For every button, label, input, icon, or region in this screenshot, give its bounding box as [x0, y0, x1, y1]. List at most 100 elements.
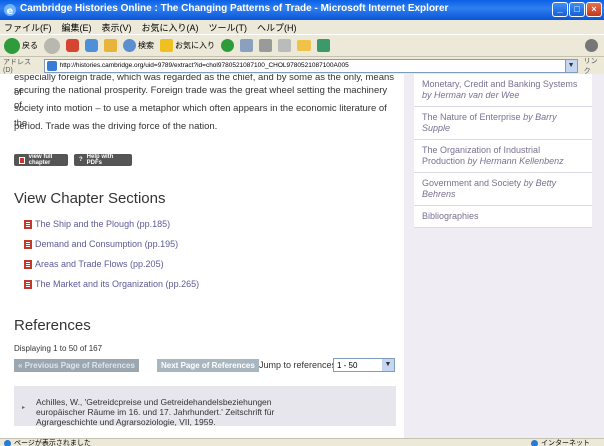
back-label: 戻る: [22, 41, 38, 50]
menu-tools[interactable]: ツール(T): [209, 21, 248, 34]
chevron-down-icon[interactable]: ▼: [564, 59, 577, 72]
sidebar-item-by: by: [523, 178, 534, 188]
sidebar-item-title: The Nature of Enterprise: [422, 112, 521, 122]
sidebar-item-by: by: [523, 112, 533, 122]
sidebar-item-title: Bibliographies: [422, 211, 479, 221]
chapter-link[interactable]: Areas and Trade Flows (pp.205): [24, 259, 164, 269]
references-count: Displaying 1 to 50 of 167: [14, 344, 103, 353]
sidebar-item-author: Hermann Kellenbenz: [479, 156, 564, 166]
stop-icon[interactable]: [66, 39, 79, 52]
status-text: ページが表示されました: [14, 440, 91, 446]
chapter-link-label: Areas and Trade Flows (pp.205): [35, 259, 164, 269]
window-titlebar[interactable]: e Cambridge Histories Online : The Chang…: [0, 0, 604, 20]
page-loaded-icon: [4, 439, 11, 446]
page-viewport: especially foreign trade, which was rega…: [0, 74, 604, 438]
chevron-down-icon[interactable]: ▼: [382, 359, 394, 371]
star-icon: [160, 39, 173, 52]
sidebar-item-government-society[interactable]: Government and Society by Betty Behrens: [414, 173, 592, 206]
pdf-icon: [19, 156, 25, 164]
menu-help[interactable]: ヘルプ(H): [257, 21, 297, 34]
refresh-icon[interactable]: [85, 39, 98, 52]
view-full-chapter-label: view full chapter: [28, 154, 53, 166]
history-icon[interactable]: [221, 39, 234, 52]
favorites-button[interactable]: お気に入り: [160, 39, 215, 52]
chapter-link-label: The Ship and the Plough (pp.185): [35, 219, 171, 229]
print-icon[interactable]: [259, 39, 272, 52]
chapter-link-label: The Market and its Organization (pp.265): [35, 279, 200, 289]
home-icon[interactable]: [104, 39, 117, 52]
svg-text:e: e: [7, 6, 14, 17]
status-bar: ページが表示されました インターネット: [0, 438, 604, 446]
jump-select-value: 1 - 50: [337, 360, 358, 370]
view-full-chapter-button[interactable]: view full chapter: [14, 154, 68, 166]
references-heading: References: [14, 317, 91, 334]
bullet-icon: ▸: [22, 405, 26, 411]
sidebar-item-by: by: [467, 156, 478, 166]
address-bar: アドレス(D) http://histories.cambridge.org/u…: [0, 56, 604, 76]
search-icon: [123, 39, 136, 52]
chapter-link[interactable]: The Market and its Organization (pp.265): [24, 279, 199, 289]
pdf-icon: [24, 219, 32, 229]
sidebar-item-title: Government and Society: [422, 178, 522, 188]
page-icon: [46, 60, 57, 71]
pdf-icon: [24, 259, 32, 269]
reference-line: Achilles, W., 'Getreidcpreise und Getrei…: [36, 397, 272, 407]
gear-icon[interactable]: [585, 39, 598, 52]
help-icon: ?: [79, 157, 83, 163]
address-label: アドレス(D): [3, 59, 31, 74]
favorites-label: お気に入り: [175, 41, 215, 50]
menu-edit[interactable]: 編集(E): [62, 21, 92, 34]
sidebar-item-by: by: [422, 90, 432, 100]
reference-text: Achilles, W., 'Getreidcpreise und Getrei…: [36, 397, 386, 427]
zone-text: インターネット: [541, 440, 590, 446]
maximize-button[interactable]: □: [569, 2, 585, 17]
folder-icon[interactable]: [297, 40, 311, 51]
window-title: Cambridge Histories Online : The Changin…: [20, 3, 449, 14]
ie-icon: e: [4, 4, 16, 17]
sidebar-item-organization-industrial[interactable]: The Organization of Industrial Productio…: [414, 140, 592, 173]
jump-to-references-label: Jump to references: [259, 360, 337, 370]
related-chapters-sidebar: Monetary, Credit and Banking Systems by …: [404, 74, 604, 438]
edit-icon[interactable]: [278, 39, 291, 52]
minimize-button[interactable]: _: [552, 2, 568, 17]
back-button[interactable]: 戻る: [4, 37, 38, 54]
links-label[interactable]: リンク: [584, 56, 604, 76]
sidebar-item-title: Monetary, Credit and Banking Systems: [422, 79, 578, 89]
help-with-pdfs-button[interactable]: ? Help with PDFs: [74, 154, 132, 166]
previous-references-button[interactable]: « Previous Page of References: [14, 359, 139, 372]
url-text: http://histories.cambridge.org/uid=9789/…: [59, 62, 349, 69]
reference-line: Agrargeschichte und Agrarsoziologie, VII…: [36, 417, 216, 427]
sidebar-item-bibliographies[interactable]: Bibliographies: [414, 206, 592, 228]
messenger-icon[interactable]: [317, 39, 330, 52]
menu-bar: ファイル(F) 編集(E) 表示(V) お気に入り(A) ツール(T) ヘルプ(…: [0, 20, 604, 34]
url-field[interactable]: http://histories.cambridge.org/uid=9789/…: [43, 58, 578, 73]
menu-file[interactable]: ファイル(F): [4, 21, 52, 34]
paragraph-line: period. Trade was the driving force of t…: [14, 121, 218, 132]
pdf-icon: [24, 279, 32, 289]
sidebar-item-author: Herman van der Wee: [434, 90, 520, 100]
main-content: especially foreign trade, which was rega…: [0, 74, 400, 438]
menu-view[interactable]: 表示(V): [102, 21, 132, 34]
chapter-sections-heading: View Chapter Sections: [14, 190, 166, 207]
internet-zone-icon: [531, 439, 538, 446]
close-button[interactable]: ×: [586, 2, 602, 17]
search-button[interactable]: 検索: [123, 39, 154, 52]
pdf-icon: [24, 239, 32, 249]
mail-icon[interactable]: [240, 39, 253, 52]
sidebar-item-nature-of-enterprise[interactable]: The Nature of Enterprise by Barry Supple: [414, 107, 592, 140]
reference-item: ▸ Achilles, W., 'Getreidcpreise und Getr…: [14, 386, 396, 427]
jump-to-references-select[interactable]: 1 - 50 ▼: [333, 358, 395, 372]
forward-arrow-icon[interactable]: [44, 37, 60, 54]
sidebar-item-monetary-credit[interactable]: Monetary, Credit and Banking Systems by …: [414, 74, 592, 107]
toolbar: 戻る 検索 お気に入り: [0, 34, 604, 57]
chapter-link-label: Demand and Consumption (pp.195): [35, 239, 179, 249]
menu-favorites[interactable]: お気に入り(A): [142, 21, 199, 34]
next-references-button[interactable]: Next Page of References: [157, 359, 259, 372]
sidebar-list: Monetary, Credit and Banking Systems by …: [414, 74, 592, 228]
search-label: 検索: [138, 41, 154, 50]
help-with-pdfs-label: Help with PDFs: [86, 154, 114, 166]
back-arrow-icon: [4, 37, 20, 54]
chapter-link[interactable]: Demand and Consumption (pp.195): [24, 239, 178, 249]
reference-line: europäischer Räume im 16. und 17. Jahrhu…: [36, 407, 275, 417]
chapter-link[interactable]: The Ship and the Plough (pp.185): [24, 219, 170, 229]
